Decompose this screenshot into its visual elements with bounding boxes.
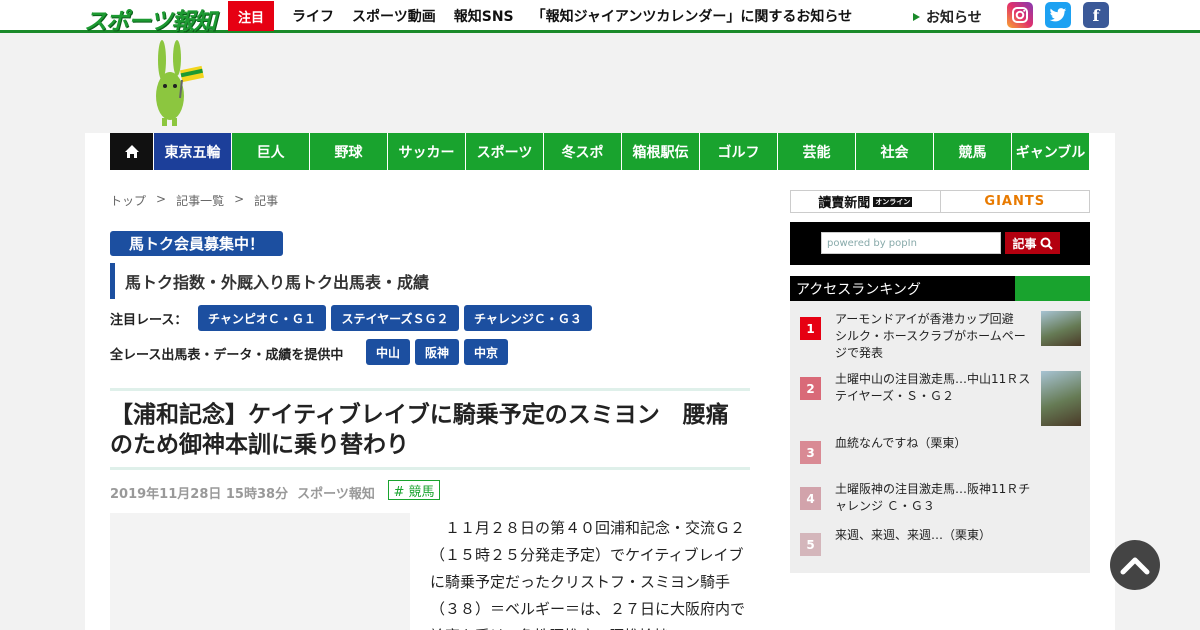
- top-nav-hochi-sns[interactable]: 報知SNS: [454, 6, 514, 26]
- rank-title: 土曜中山の注目激走馬…中山11Ｒステイヤーズ・Ｓ・Ｇ２: [835, 372, 1031, 403]
- ranking-header: アクセスランキング: [790, 276, 1090, 301]
- top-header: スポーツ報知 注目 ライフ スポーツ動画 報知SNS 「報知ジャイアンツカレンダ…: [0, 0, 1200, 36]
- article-meta: 2019年11月28日 15時38分 スポーツ報知: [110, 483, 375, 502]
- top-nav-sports-video[interactable]: スポーツ動画: [352, 6, 436, 26]
- rank-title: アーモンドアイが香港カップ回避 シルク・ホースクラブがホームページで発表: [835, 312, 1026, 360]
- main-nav: 東京五輪 巨人 野球 サッカー スポーツ 冬スポ 箱根駅伝 ゴルフ 芸能 社会 …: [110, 133, 1089, 170]
- ranking-item[interactable]: 2 土曜中山の注目激走馬…中山11Ｒステイヤーズ・Ｓ・Ｇ２: [800, 371, 1081, 426]
- all-races-label: 全レース出馬表・データ・成績を提供中: [110, 348, 344, 363]
- breadcrumb-article-list[interactable]: 記事一覧: [176, 192, 224, 209]
- top-nav: ライフ スポーツ動画 報知SNS 「報知ジャイアンツカレンダー」に関するお知らせ: [292, 0, 852, 31]
- rank-title: 血統なんですね（栗東）: [835, 436, 967, 450]
- mascot-illustration: [150, 40, 206, 128]
- nav-entertainment[interactable]: 芸能: [777, 133, 855, 170]
- rank-number: 5: [800, 533, 821, 556]
- breadcrumb-current: 記事: [254, 194, 279, 208]
- nav-gambling[interactable]: ギャンブル: [1011, 133, 1089, 170]
- twitter-icon[interactable]: [1045, 2, 1071, 28]
- nav-baseball[interactable]: 野球: [309, 133, 387, 170]
- race-button-stayers[interactable]: ステイヤーズＳＧ２: [331, 305, 459, 331]
- article-title-box: 【浦和記念】ケイティブレイブに騎乗予定のスミヨン 腰痛のため御神本訓に乗り替わり: [110, 388, 750, 470]
- venue-button-chukyo[interactable]: 中京: [464, 339, 508, 365]
- member-recruit-button[interactable]: 馬トク会員募集中！: [110, 231, 283, 256]
- race-button-challenge-cup[interactable]: チャレンジＣ・Ｇ３: [464, 305, 592, 331]
- search-box: powered by popIn 記事: [790, 222, 1090, 265]
- rank-number: 4: [800, 487, 821, 510]
- article-body: １１月２８日の第４０回浦和記念・交流Ｇ２（１５時２５分発走予定）でケイティブレイ…: [430, 519, 746, 630]
- facebook-glyph: f: [1092, 5, 1100, 25]
- ranking-title: アクセスランキング: [796, 281, 921, 298]
- instagram-icon[interactable]: [1007, 2, 1033, 28]
- ranking-header-accent: [1015, 276, 1090, 301]
- featured-badge[interactable]: 注目: [228, 1, 274, 31]
- breadcrumb-top[interactable]: トップ: [110, 192, 146, 209]
- site-logo[interactable]: スポーツ報知: [84, 2, 217, 36]
- rank-number: 1: [800, 317, 821, 340]
- nav-society[interactable]: 社会: [855, 133, 933, 170]
- nav-tokyo-olympics[interactable]: 東京五輪: [153, 133, 231, 170]
- article-photo: [110, 513, 410, 630]
- nav-soccer[interactable]: サッカー: [387, 133, 465, 170]
- nav-horse-racing[interactable]: 競馬: [933, 133, 1011, 170]
- search-input[interactable]: powered by popIn: [821, 232, 1001, 254]
- giants-link[interactable]: GIANTS: [941, 191, 1090, 212]
- rank-number: 2: [800, 377, 821, 400]
- top-nav-life[interactable]: ライフ: [292, 6, 334, 26]
- category-tag[interactable]: # 競馬: [388, 480, 440, 500]
- race-button-champions-cup[interactable]: チャンピオＣ・Ｇ１: [198, 305, 326, 331]
- ranking-item[interactable]: 4 土曜阪神の注目激走馬…阪神11Ｒチャレンジ Ｃ・Ｇ３: [800, 481, 1080, 516]
- ranking-list: 1 アーモンドアイが香港カップ回避 シルク・ホースクラブがホームページで発表 2…: [790, 301, 1090, 573]
- nav-sports[interactable]: スポーツ: [465, 133, 543, 170]
- chevron-up-icon: [1120, 557, 1150, 575]
- nav-hakone-ekiden[interactable]: 箱根駅伝: [621, 133, 699, 170]
- rank-thumbnail: [1041, 371, 1081, 426]
- notice-link-label: お知らせ: [926, 10, 982, 26]
- search-icon: [1040, 237, 1053, 250]
- home-icon[interactable]: [110, 133, 153, 170]
- venue-button-hanshin[interactable]: 阪神: [415, 339, 459, 365]
- nav-winter-sports[interactable]: 冬スポ: [543, 133, 621, 170]
- nav-giants[interactable]: 巨人: [231, 133, 309, 170]
- triangle-right-icon: [913, 13, 920, 21]
- venue-button-nakayama[interactable]: 中山: [366, 339, 410, 365]
- rank-thumbnail: [1041, 311, 1081, 346]
- ranking-item[interactable]: 1 アーモンドアイが香港カップ回避 シルク・ホースクラブがホームページで発表: [800, 311, 1081, 360]
- article-date: 2019年11月28日 15時38分: [110, 487, 289, 502]
- ranking-item[interactable]: 3 血統なんですね（栗東）: [800, 435, 1080, 465]
- breadcrumb-separator: >: [156, 192, 167, 206]
- promo-subheading[interactable]: 馬トク指数・外厩入り馬トク出馬表・成績: [110, 263, 750, 299]
- breadcrumb-separator: >: [234, 192, 245, 206]
- rank-number: 3: [800, 441, 821, 464]
- scroll-to-top-button[interactable]: [1110, 540, 1160, 590]
- yomiuri-online-badge: オンライン: [873, 196, 913, 207]
- featured-races-label: 注目レース：: [110, 313, 188, 328]
- rank-title: 来週、来週、来週…（栗東）: [835, 528, 992, 542]
- top-nav-calendar-notice[interactable]: 「報知ジャイアンツカレンダー」に関するお知らせ: [532, 6, 852, 26]
- article-title: 【浦和記念】ケイティブレイブに騎乗予定のスミヨン 腰痛のため御神本訓に乗り替わり: [110, 402, 729, 458]
- rank-title: 土曜阪神の注目激走馬…阪神11Ｒチャレンジ Ｃ・Ｇ３: [835, 482, 1031, 513]
- search-button[interactable]: 記事: [1005, 232, 1060, 254]
- article-source: スポーツ報知: [297, 487, 375, 502]
- notice-link[interactable]: お知らせ: [913, 7, 982, 27]
- yomiuri-online-link[interactable]: 讀賣新聞 オンライン: [791, 191, 941, 212]
- yomiuri-logo: 讀賣新聞: [818, 196, 871, 211]
- ranking-item[interactable]: 5 来週、来週、来週…（栗東）: [800, 527, 1080, 557]
- search-button-label: 記事: [1012, 236, 1037, 251]
- facebook-icon[interactable]: f: [1083, 2, 1109, 28]
- sponsor-banner: 讀賣新聞 オンライン GIANTS: [790, 190, 1090, 213]
- breadcrumb: トップ > 記事一覧 > 記事: [110, 192, 278, 209]
- nav-golf[interactable]: ゴルフ: [699, 133, 777, 170]
